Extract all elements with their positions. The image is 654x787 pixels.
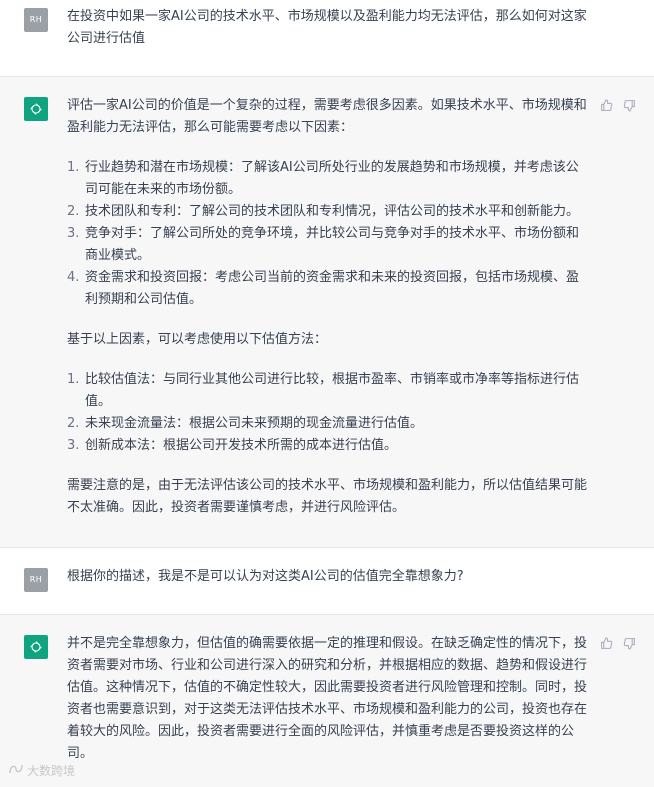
user-message-text: 在投资中如果一家AI公司的技术水平、市场规模以及盈利能力均无法评估，那么如何对这… [67,9,587,46]
user-message-1: RH 在投资中如果一家AI公司的技术水平、市场规模以及盈利能力均无法评估，那么如… [0,0,654,76]
list-item: 4. 资金需求和投资回报：考虑公司当前的资金需求和未来的投资回报，包括市场规模、盈… [67,270,580,307]
list-item: 3. 创新成本法：根据公司开发技术所需的成本进行估值。 [67,438,398,453]
assistant-message-2: 并不是完全靠想象力，但估值的确需要依据一定的推理和假设。在缺乏确定性的情况下，投… [0,615,654,787]
user-avatar: RH [24,568,48,592]
list-item: 1. 比较估值法：与同行业其他公司进行比较，根据市盈率、市销率或市净率等指标进行估… [67,372,580,409]
assistant-message-body: 评估一家AI公司的价值是一个复杂的过程，需要考虑很多因素。如果技术水平、市场规模… [67,95,587,519]
watermark-text: 大数跨境 [27,764,76,778]
list-item: 1. 行业趋势和潜在市场规模：了解该AI公司所处行业的发展趋势和市场规模，并考虑该… [67,160,579,197]
openai-logo-icon [24,635,48,659]
thumbs-down-icon[interactable] [623,637,636,654]
watermark: 大数跨境 [8,762,75,779]
user-message-text: 根据你的描述，我是不是可以认为对这类AI公司的估值完全靠想象力? [67,569,464,584]
conclusion-text: 需要注意的是，由于无法评估该公司的技术水平、市场规模和盈利能力，所以估值结果可能… [67,478,588,515]
factor-list: 1. 行业趋势和潜在市场规模：了解该AI公司所处行业的发展趋势和市场规模，并考虑该… [67,157,587,311]
thumbs-up-icon[interactable] [600,99,613,116]
user-avatar: RH [24,8,48,32]
assistant-intro: 评估一家AI公司的价值是一个复杂的过程，需要考虑很多因素。如果技术水平、市场规模… [67,98,587,135]
user-message-2: RH 根据你的描述，我是不是可以认为对这类AI公司的估值完全靠想象力? [0,548,654,614]
watermark-logo-icon [8,763,24,778]
list-item: 3. 竞争对手：了解公司所处的竞争环境，并比较公司与竞争对手的技术水平、市场份额和… [67,226,580,263]
list-item: 2. 技术团队和专利：了解公司的技术团队和专利情况，评估公司的技术水平和创新能力。 [67,204,580,219]
list-item: 2. 未来现金流量法：根据公司未来预期的现金流量进行估值。 [67,416,424,431]
assistant-message-body: 并不是完全靠想象力，但估值的确需要依据一定的推理和假设。在缺乏确定性的情况下，投… [67,636,588,761]
openai-logo-icon [24,97,48,121]
thumbs-down-icon[interactable] [623,99,636,116]
method-list: 1. 比较估值法：与同行业其他公司进行比较，根据市盈率、市销率或市净率等指标进行估… [67,369,587,457]
thumbs-up-icon[interactable] [600,637,613,654]
assistant-message-1: 评估一家AI公司的价值是一个复杂的过程，需要考虑很多因素。如果技术水平、市场规模… [0,77,654,547]
feedback-actions [600,99,636,116]
feedback-actions [600,637,636,654]
methods-intro: 基于以上因素，可以考虑使用以下估值方法： [67,332,328,347]
